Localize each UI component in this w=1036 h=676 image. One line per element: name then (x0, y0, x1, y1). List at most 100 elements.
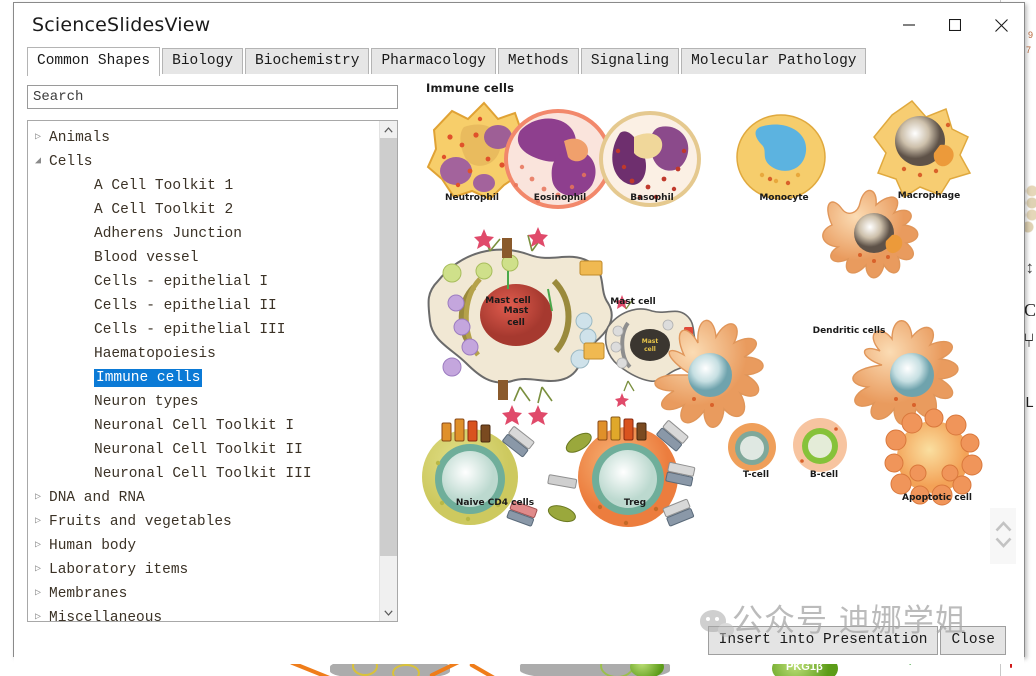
cell-mast-large: Mast cell (427, 227, 613, 425)
maximize-button[interactable] (932, 3, 978, 47)
tree-scrollbar[interactable] (379, 121, 397, 621)
twisty-collapsed-icon[interactable]: ▷ (28, 486, 48, 510)
twisty-collapsed-icon[interactable]: ▷ (28, 582, 48, 606)
tree-item-laboratory-items[interactable]: ▷ Laboratory items (28, 558, 379, 582)
category-tree: ▷ Animals ◢ Cells A Cell Toolkit 1 A Cell Too… (27, 120, 398, 622)
close-button[interactable]: Close (940, 626, 1006, 655)
tree-item-cells-epithelial-iii[interactable]: Cells - epithelial III (28, 318, 379, 342)
preview-scroll-down-button[interactable] (995, 537, 1012, 552)
tree-item-fruits-and-vegetables[interactable]: ▷ Fruits and vegetables (28, 510, 379, 534)
window-title: ScienceSlidesView (32, 14, 211, 36)
cell-treg (547, 416, 696, 527)
tab-common-shapes[interactable]: Common Shapes (27, 47, 161, 76)
twisty-collapsed-icon[interactable]: ▷ (28, 558, 48, 582)
tree-item-label: Cells - epithelial II (94, 298, 277, 314)
cell-label-basophil: Basophil (630, 193, 674, 203)
cell-t-cell (728, 423, 776, 471)
tab-molecular-pathology[interactable]: Molecular Pathology (681, 48, 867, 75)
tree-scroll-down-button[interactable] (380, 604, 397, 621)
preview-pane: Immune cells Mast cell Mast cell Neutrop… (412, 75, 1024, 622)
cell-label-naive-cd4-cells: Naive CD4 cells (455, 498, 535, 508)
close-icon (994, 18, 1008, 32)
background-number-2: 7 (1025, 45, 1031, 55)
tree-item-label: Neuron types (94, 394, 199, 410)
tree-item-blood-vessel[interactable]: Blood vessel (28, 246, 379, 270)
tree-item-label: Membranes (49, 586, 128, 602)
tree-item-immune-cells[interactable]: Immune cells (28, 366, 379, 390)
tree-scrollbar-thumb[interactable] (380, 138, 397, 556)
tab-signaling[interactable]: Signaling (580, 48, 680, 75)
maximize-icon (949, 19, 961, 31)
tree-item-membranes[interactable]: ▷ Membranes (28, 582, 379, 606)
twisty-collapsed-icon[interactable]: ▷ (28, 534, 48, 558)
minimize-icon (903, 24, 915, 26)
tree-item-human-body[interactable]: ▷ Human body (28, 534, 379, 558)
title-bar: ScienceSlidesView (14, 3, 1024, 47)
category-tab-bar: Common Shapes Biology Biochemistry Pharm… (14, 47, 1024, 76)
cell-label-eosinophil: Eosinophil (533, 193, 587, 203)
tree-item-label: A Cell Toolkit 2 (94, 202, 234, 218)
cell-monocyte (736, 114, 826, 200)
chevron-down-icon (995, 537, 1011, 548)
tree-item-label: Fruits and vegetables (49, 514, 232, 530)
chevron-down-icon (384, 609, 393, 616)
cell-naive-cd4 (422, 418, 538, 527)
cell-b-cell (793, 418, 847, 472)
tree-item-cells[interactable]: ◢ Cells (28, 150, 379, 174)
footer-button-group: Insert into Presentation Close (707, 626, 1006, 655)
tree-item-adherens-junction[interactable]: Adherens Junction (28, 222, 379, 246)
tree-item-animals[interactable]: ▷ Animals (28, 126, 379, 150)
cell-label-mast-cell: Mast cell (610, 297, 656, 307)
tree-item-label: Immune cells (94, 369, 203, 387)
cell-label-treg: Treg (623, 498, 647, 508)
tree-item-a-cell-toolkit-1[interactable]: A Cell Toolkit 1 (28, 174, 379, 198)
preview-scrollbar[interactable] (990, 508, 1016, 564)
tab-biology[interactable]: Biology (162, 48, 244, 75)
twisty-collapsed-icon[interactable]: ▷ (28, 606, 48, 621)
insert-into-presentation-button[interactable]: Insert into Presentation (707, 626, 939, 655)
twisty-collapsed-icon[interactable]: ▷ (28, 510, 48, 534)
dialog-body: ▷Animals◢Cells A Cell Toolkit 1 A Cell Too… (14, 75, 1024, 622)
tab-methods[interactable]: Methods (497, 48, 579, 75)
background-number-1: 9 (1027, 30, 1033, 40)
cell-dendritic-right (852, 320, 959, 426)
tree-item-dna-and-rna[interactable]: ▷ DNA and RNA (28, 486, 379, 510)
tab-biochemistry[interactable]: Biochemistry (245, 48, 370, 75)
tree-item-label: A Cell Toolkit 1 (94, 178, 234, 194)
tree-item-label: Neuronal Cell Toolkit III (94, 466, 312, 482)
tree-item-haematopoiesis[interactable]: Haematopoiesis (28, 342, 379, 366)
dialog-footer: Insert into Presentation Close (14, 622, 1024, 664)
tree-item-cells-epithelial-ii[interactable]: Cells - epithelial II (28, 294, 379, 318)
cell-label-macrophage: Macrophage (897, 191, 961, 201)
tree-scroll-up-button[interactable] (380, 121, 397, 138)
tree-item-neuron-types[interactable]: Neuron types (28, 390, 379, 414)
background-ellipse-2 (392, 664, 420, 676)
svg-text:cell: cell (644, 346, 656, 353)
tab-pharmacology[interactable]: Pharmacology (371, 48, 496, 75)
tree-item-label: Miscellaneous (49, 610, 163, 621)
tree-item-label: Neuronal Cell Toolkit II (94, 442, 303, 458)
minimize-button[interactable] (886, 3, 932, 47)
tree-item-neuronal-cell-toolkit-ii[interactable]: Neuronal Cell Toolkit II (28, 438, 379, 462)
tree-item-cells-epithelial-i[interactable]: Cells - epithelial I (28, 270, 379, 294)
search-input[interactable] (27, 85, 398, 109)
twisty-expanded-icon[interactable]: ◢ (28, 150, 48, 174)
science-slides-view-dialog: ScienceSlidesView Common Shapes Biology … (13, 2, 1025, 664)
preview-scroll-up-button[interactable] (995, 520, 1012, 536)
tree-item-neuronal-cell-toolkit-i[interactable]: Neuronal Cell Toolkit I (28, 414, 379, 438)
cell-label-apoptotic-cell: Apoptotic cell (902, 493, 972, 503)
tree-item-label: Human body (49, 538, 137, 554)
tree-item-a-cell-toolkit-2[interactable]: A Cell Toolkit 2 (28, 198, 379, 222)
cell-label-t-cell: T-cell (742, 470, 770, 480)
cell-label-monocyte: Monocyte (759, 193, 809, 203)
twisty-collapsed-icon[interactable]: ▷ (28, 126, 48, 150)
tree-item-neuronal-cell-toolkit-iii[interactable]: Neuronal Cell Toolkit III (28, 462, 379, 486)
svg-text:cell: cell (507, 318, 525, 328)
tree-item-label: Cells - epithelial III (94, 322, 286, 338)
chevron-up-icon (384, 126, 393, 133)
cell-label-neutrophil: Neutrophil (445, 193, 499, 203)
tree-item-miscellaneous[interactable]: ▷ Miscellaneous (28, 606, 379, 621)
chevron-up-icon (995, 520, 1011, 531)
close-window-button[interactable] (978, 3, 1024, 47)
cell-dendritic-top (822, 189, 919, 279)
